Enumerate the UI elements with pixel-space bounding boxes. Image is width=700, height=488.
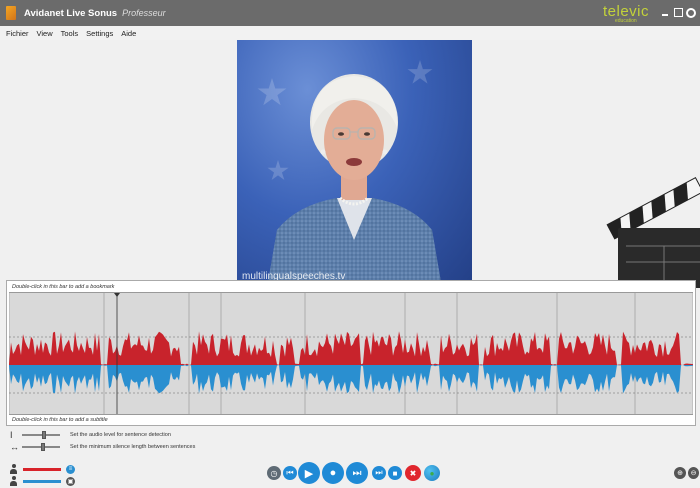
close-button[interactable] bbox=[686, 8, 696, 18]
waveform-lower bbox=[9, 365, 693, 394]
user-role: Professeur bbox=[122, 8, 166, 18]
zoom-in-icon: ⊕ bbox=[677, 470, 683, 477]
previous-icon: ⏮ bbox=[286, 468, 294, 477]
volume-row-2: ▣ bbox=[10, 475, 75, 487]
silence-length-icon: ↔ bbox=[10, 442, 19, 452]
audio-level-label: Set the audio level for sentence detecti… bbox=[70, 432, 171, 438]
skip-sentence-button[interactable]: ⏭ bbox=[346, 462, 368, 484]
volume-row-1: ≡ bbox=[10, 463, 75, 475]
app-name: Avidanet Live Sonus bbox=[24, 7, 118, 19]
volume-slider-2[interactable] bbox=[23, 479, 61, 483]
silence-length-row: ↔ Set the minimum silence length between… bbox=[10, 441, 195, 453]
delete-icon: ✖ bbox=[409, 468, 417, 478]
zoom-in-button[interactable]: ⊕ bbox=[674, 467, 686, 479]
person-icon bbox=[10, 464, 17, 474]
restore-button[interactable] bbox=[674, 8, 683, 17]
minimize-button[interactable] bbox=[662, 8, 668, 16]
person-icon bbox=[10, 476, 17, 486]
playhead-marker-icon[interactable] bbox=[114, 293, 120, 297]
audio-level-thumb[interactable] bbox=[42, 431, 47, 439]
brand-subtitle: education bbox=[615, 18, 637, 24]
stop-icon: ■ bbox=[392, 468, 398, 478]
waveform-graphic bbox=[9, 293, 693, 414]
stop-button[interactable]: ■ bbox=[388, 466, 402, 480]
detection-controls: I Set the audio level for sentence detec… bbox=[0, 429, 700, 459]
subtitle-bar-hint[interactable]: Double-click in this bar to add a subtit… bbox=[12, 417, 108, 423]
record-icon: ● bbox=[329, 467, 337, 479]
brand-logo: televic bbox=[603, 3, 650, 20]
menu-tools[interactable]: Tools bbox=[61, 29, 79, 38]
globe-button[interactable]: ● bbox=[424, 465, 440, 481]
speaker-figure bbox=[267, 74, 442, 288]
timer-button[interactable]: ◷ bbox=[267, 466, 281, 480]
next-icon: ⏭ bbox=[375, 468, 383, 477]
previous-button[interactable]: ⏮ bbox=[283, 466, 297, 480]
bookmark-bar-hint[interactable]: Double-click in this bar to add a bookma… bbox=[12, 284, 114, 290]
waveform-panel: Double-click in this bar to add a bookma… bbox=[6, 280, 696, 426]
play-icon: ▶ bbox=[304, 467, 314, 480]
audio-level-row: I Set the audio level for sentence detec… bbox=[10, 429, 171, 441]
silence-length-label: Set the minimum silence length between s… bbox=[70, 444, 196, 450]
waveform-track[interactable] bbox=[9, 292, 693, 415]
silence-length-slider[interactable] bbox=[22, 443, 60, 451]
menu-bar: Fichier View Tools Settings Aide bbox=[0, 26, 700, 40]
audio-level-icon: I bbox=[10, 430, 13, 440]
skip-sentence-icon: ⏭ bbox=[352, 467, 362, 479]
clapperboard-icon bbox=[606, 177, 700, 288]
lock-icon[interactable]: ▣ bbox=[66, 476, 75, 486]
next-button[interactable]: ⏭ bbox=[372, 466, 386, 480]
play-button[interactable]: ▶ bbox=[298, 462, 320, 484]
zoom-out-button[interactable]: ⊖ bbox=[688, 467, 699, 479]
volume-slider-1[interactable] bbox=[23, 467, 61, 471]
timer-icon: ◷ bbox=[270, 468, 278, 478]
zoom-out-icon: ⊖ bbox=[690, 470, 697, 477]
menu-aide[interactable]: Aide bbox=[121, 29, 136, 38]
silence-length-thumb[interactable] bbox=[40, 443, 45, 451]
menu-settings[interactable]: Settings bbox=[86, 29, 113, 38]
app-logo-icon bbox=[6, 6, 16, 20]
title-bar: Avidanet Live Sonus Professeur televic e… bbox=[0, 0, 700, 26]
record-button[interactable]: ● bbox=[322, 462, 344, 484]
settings-icon[interactable]: ≡ bbox=[66, 464, 75, 474]
waveform-upper bbox=[9, 331, 693, 365]
video-player[interactable]: multilingualspeeches.tv bbox=[237, 40, 472, 288]
audio-level-slider[interactable] bbox=[22, 431, 60, 439]
globe-icon: ● bbox=[429, 468, 435, 478]
menu-fichier[interactable]: Fichier bbox=[6, 29, 29, 38]
delete-button[interactable]: ✖ bbox=[405, 465, 421, 481]
menu-view[interactable]: View bbox=[37, 29, 53, 38]
